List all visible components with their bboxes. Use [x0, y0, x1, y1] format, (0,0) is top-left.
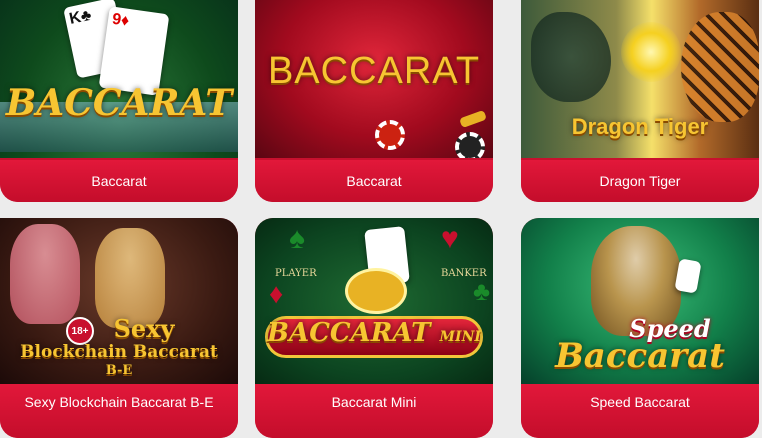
art-title-main: BACCARAT	[267, 318, 431, 348]
art-title: BACCARAT	[5, 82, 233, 124]
dragon-figure	[531, 12, 611, 102]
character-right	[95, 228, 165, 328]
art-title-blockchain: Blockchain Baccarat	[20, 342, 218, 362]
art-title-mini: MINI	[439, 329, 481, 345]
club-icon: ♣	[473, 276, 491, 306]
game-label: Speed Baccarat	[521, 384, 759, 438]
art-title-be: B-E	[105, 363, 133, 378]
game-thumbnail: Dragon Tiger	[521, 0, 759, 158]
game-label: Sexy Blockchain Baccarat B-E	[0, 384, 238, 438]
game-label: Dragon Tiger	[521, 160, 759, 202]
game-card-baccarat-2[interactable]: BACCARAT Baccarat	[255, 0, 493, 202]
art-title: BACCARAT	[267, 50, 481, 92]
art-title-sexy: Sexy	[113, 314, 175, 343]
chip-icon	[455, 132, 485, 158]
playing-card	[674, 258, 702, 294]
game-thumbnail: PLAYER BANKER ♠ ♥ ♦ ♣ BACCARAT MINI	[255, 218, 493, 384]
character-left	[10, 224, 80, 324]
game-thumbnail: 18+ Sexy Blockchain Baccarat B-E	[0, 218, 238, 384]
game-thumbnail: Speed Baccarat	[521, 218, 759, 384]
art-title-baccarat: Baccarat	[555, 336, 725, 376]
spade-icon: ♠	[289, 222, 305, 255]
game-label: Baccarat	[0, 160, 238, 202]
game-thumbnail: K♣ 9♦ BACCARAT	[0, 0, 238, 158]
game-label: Baccarat	[255, 160, 493, 202]
heart-icon: ♥	[441, 222, 459, 255]
game-label: Baccarat Mini	[255, 384, 493, 438]
game-thumbnail: BACCARAT	[255, 0, 493, 158]
diamond-icon: ♦	[269, 278, 284, 309]
chip-stack-icon	[345, 268, 407, 314]
art-title: BACCARAT MINI	[255, 318, 493, 348]
art-title: Dragon Tiger	[571, 114, 709, 139]
tiger-figure	[681, 12, 759, 122]
game-card-baccarat-1[interactable]: K♣ 9♦ BACCARAT Baccarat	[0, 0, 238, 202]
game-card-sexy-blockchain-baccarat[interactable]: 18+ Sexy Blockchain Baccarat B-E Sexy Bl…	[0, 218, 238, 438]
chip-icon	[375, 120, 405, 150]
game-card-speed-baccarat[interactable]: Speed Baccarat Speed Baccarat	[521, 218, 759, 438]
game-card-dragon-tiger[interactable]: Dragon Tiger Dragon Tiger	[521, 0, 759, 202]
game-card-baccarat-mini[interactable]: PLAYER BANKER ♠ ♥ ♦ ♣ BACCARAT MINI Bacc…	[255, 218, 493, 438]
